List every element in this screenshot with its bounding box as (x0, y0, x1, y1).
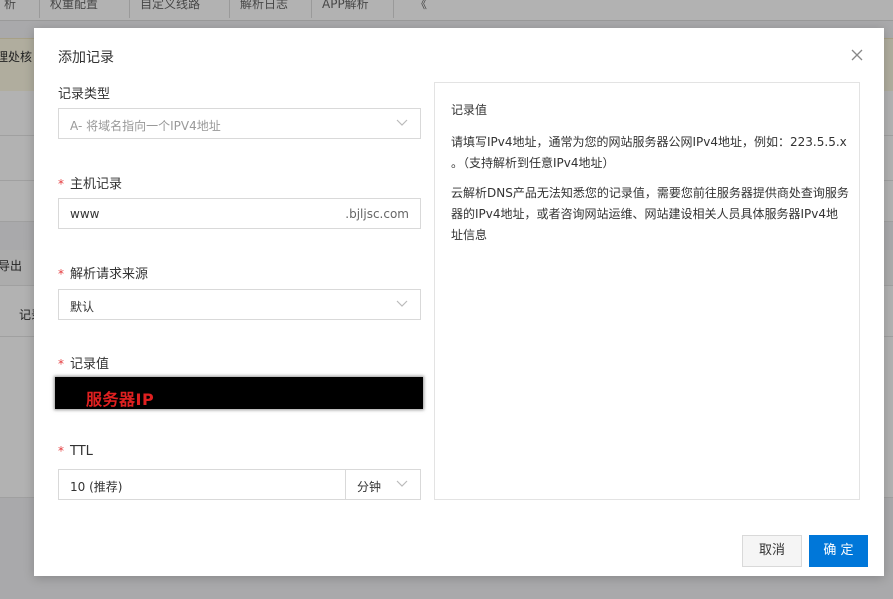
record-type-select[interactable]: A- 将域名指向一个IPV4地址 (58, 108, 421, 139)
chevron-down-icon (396, 480, 408, 487)
ttl-label: * TTL (58, 444, 93, 459)
help-panel: 记录值 请填写IPv4地址，通常为您的网站服务器公网IPv4地址，例如：223.… (434, 82, 860, 500)
ttl-unit-value: 分钟 (357, 480, 382, 494)
chevron-down-icon (396, 300, 408, 307)
dialog-title: 添加记录 (58, 50, 114, 66)
record-value-input-redacted[interactable]: 服务器IP (55, 377, 423, 409)
help-title: 记录值 (451, 103, 488, 117)
record-type-value: A- 将域名指向一个IPV4地址 (70, 119, 221, 133)
request-source-value: 默认 (70, 300, 95, 314)
record-value-label-text: 记录值 (70, 357, 110, 372)
confirm-button[interactable]: 确 定 (809, 535, 868, 567)
add-record-dialog: 添加记录 记录类型 A- 将域名指向一个IPV4地址 * 主机记录 www .bj… (34, 28, 884, 576)
ttl-input[interactable]: 10 (推荐) (58, 469, 346, 500)
required-mark: * (58, 357, 64, 371)
request-source-label-text: 解析请求来源 (70, 267, 149, 282)
host-record-input[interactable]: www .bjljsc.com (58, 198, 421, 229)
redacted-annotation: 服务器IP (86, 390, 155, 409)
required-mark: * (58, 267, 64, 281)
host-record-label: * 主机记录 (58, 173, 122, 192)
help-paragraph: 请填写IPv4地址，通常为您的网站服务器公网IPv4地址，例如：223.5.5.… (451, 135, 847, 170)
ttl-label-text: TTL (70, 444, 93, 459)
help-paragraph: 云解析DNS产品无法知悉您的记录值，需要您前往服务器提供商处查询服务器的IPv4… (451, 186, 849, 242)
request-source-label: * 解析请求来源 (58, 263, 148, 282)
host-record-label-text: 主机记录 (70, 177, 123, 192)
domain-suffix: .bjljsc.com (345, 207, 409, 221)
ttl-unit-select[interactable]: 分钟 (345, 469, 421, 500)
record-value-label: * 记录值 (58, 353, 109, 372)
host-record-value: www (70, 207, 100, 221)
required-mark: * (58, 177, 64, 191)
close-icon[interactable] (850, 48, 864, 62)
record-type-label: 记录类型 (58, 87, 111, 102)
cancel-button[interactable]: 取消 (742, 535, 802, 567)
chevron-down-icon (396, 119, 408, 126)
request-source-select[interactable]: 默认 (58, 289, 421, 320)
ttl-value: 10 (推荐) (70, 480, 123, 494)
required-mark: * (58, 444, 64, 458)
